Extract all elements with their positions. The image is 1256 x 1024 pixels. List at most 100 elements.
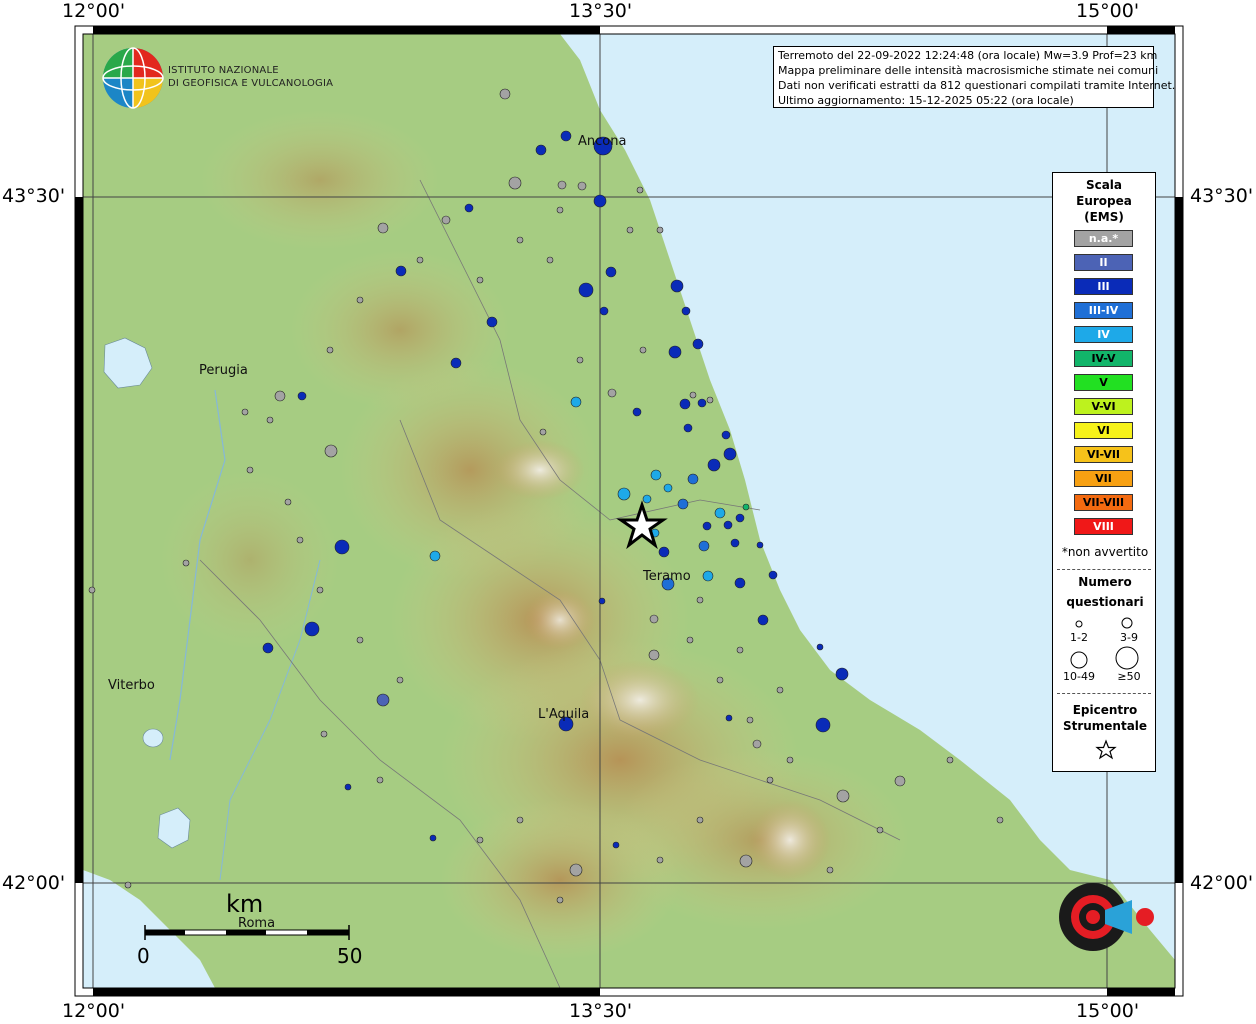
intensity-point xyxy=(736,646,744,654)
intensity-point xyxy=(429,550,441,562)
intensity-point xyxy=(539,428,547,436)
intensity-point xyxy=(946,756,954,764)
intensity-point xyxy=(284,498,292,506)
intensity-point xyxy=(612,841,620,849)
lon-label-13-30-bottom: 13°30' xyxy=(569,1000,633,1022)
intensity-point xyxy=(450,357,462,369)
intensity-point xyxy=(464,203,474,213)
intensity-point xyxy=(649,614,659,624)
intensity-point xyxy=(605,266,617,278)
intensity-point xyxy=(714,507,726,519)
intensity-point xyxy=(656,856,664,864)
lon-label-13-30: 13°30' xyxy=(569,0,633,22)
intensity-point xyxy=(816,643,824,651)
intensity-point xyxy=(768,570,778,580)
intensity-point xyxy=(324,444,338,458)
intensity-point xyxy=(508,176,522,190)
intensity-point xyxy=(334,539,350,555)
intensity-point xyxy=(569,863,583,877)
institute-line-2: DI GEOFISICA E VULCANOLOGIA xyxy=(168,78,334,89)
intensity-point xyxy=(377,222,389,234)
intensity-point xyxy=(725,714,733,722)
intensity-point xyxy=(344,783,352,791)
place-perugia: Perugia xyxy=(199,363,248,378)
ems-class-6: V xyxy=(1074,374,1133,391)
intensity-point xyxy=(632,407,642,417)
ems-class-7: V-VI xyxy=(1074,398,1133,415)
intensity-point xyxy=(598,597,606,605)
intensity-point xyxy=(441,215,451,225)
ems-class-8: VI xyxy=(1074,422,1133,439)
intensity-point xyxy=(786,756,794,764)
lat-label-43-30-right: 43°30' xyxy=(1190,185,1254,207)
count-label-3-9: 3-9 xyxy=(1120,631,1138,644)
intensity-point xyxy=(746,716,754,724)
intensity-point xyxy=(499,88,511,100)
place-teramo: Teramo xyxy=(643,569,691,584)
intensity-point xyxy=(756,541,764,549)
intensity-point xyxy=(516,816,524,824)
intensity-point xyxy=(486,316,498,328)
intensity-point xyxy=(696,816,704,824)
intensity-point xyxy=(636,186,644,194)
scale-max: 50 xyxy=(337,944,363,968)
event-info-box: Terremoto del 22-09-2022 12:24:48 (ora l… xyxy=(773,46,1176,108)
intensity-point xyxy=(88,586,96,594)
intensity-point xyxy=(246,466,254,474)
intensity-point xyxy=(617,487,631,501)
ems-class-9: VI-VII xyxy=(1074,446,1133,463)
intensity-point xyxy=(642,494,652,504)
lon-label-15: 15°00' xyxy=(1076,0,1140,22)
intensity-point xyxy=(686,636,694,644)
intensity-point xyxy=(376,776,384,784)
intensity-point xyxy=(735,513,745,523)
intensity-point xyxy=(697,398,707,408)
intensity-point xyxy=(326,346,334,354)
legend-title-3: (EMS) xyxy=(1084,210,1124,224)
intensity-point xyxy=(557,180,567,190)
intensity-point xyxy=(570,396,582,408)
intensity-point xyxy=(296,536,304,544)
intensity-point xyxy=(687,473,699,485)
intensity-point xyxy=(429,834,437,842)
intensity-point xyxy=(599,306,609,316)
intensity-point xyxy=(742,503,750,511)
intensity-point xyxy=(262,642,274,654)
intensity-point xyxy=(556,206,564,214)
ingv-globe-logo-icon xyxy=(102,47,164,109)
intensity-point xyxy=(516,236,524,244)
scale-unit: km xyxy=(226,890,264,918)
intensity-point xyxy=(639,346,647,354)
intensity-point xyxy=(739,854,753,868)
institute-name: ISTITUTO NAZIONALE DI GEOFISICA E VULCAN… xyxy=(168,64,333,90)
intensity-point xyxy=(716,676,724,684)
count-title-1: Numero xyxy=(1078,575,1132,589)
intensity-point xyxy=(723,520,733,530)
intensity-point xyxy=(677,498,689,510)
intensity-point xyxy=(320,730,328,738)
intensity-point xyxy=(376,693,390,707)
intensity-point xyxy=(894,775,906,787)
intensity-point xyxy=(668,345,682,359)
place-ancona: Ancona xyxy=(578,134,627,149)
place-roma: Roma xyxy=(238,916,276,931)
intensity-point xyxy=(395,265,407,277)
info-line-4: Ultimo aggiornamento: 15-12-2025 05:22 (… xyxy=(778,94,1074,107)
place-laquila: L'Aquila xyxy=(538,707,590,722)
intensity-point xyxy=(679,398,691,410)
intensity-point xyxy=(730,538,740,548)
intensity-point xyxy=(316,586,324,594)
scale-min: 0 xyxy=(137,944,150,968)
intensity-point xyxy=(692,338,704,350)
lon-label-15-bottom: 15°00' xyxy=(1076,1000,1140,1022)
intensity-point xyxy=(683,423,693,433)
intensity-point xyxy=(835,667,849,681)
ems-class-1: II xyxy=(1074,254,1133,271)
lat-label-42: 42°00' xyxy=(2,872,66,894)
ems-class-0: n.a.* xyxy=(1074,230,1133,247)
intensity-point xyxy=(577,181,587,191)
legend-panel: Scala Europea (EMS) n.a.* II III III-IV IV IV… xyxy=(1052,172,1156,772)
intensity-point xyxy=(476,836,484,844)
intensity-point xyxy=(396,676,404,684)
info-line-3: Dati non verificati estratti da 812 ques… xyxy=(778,79,1176,92)
